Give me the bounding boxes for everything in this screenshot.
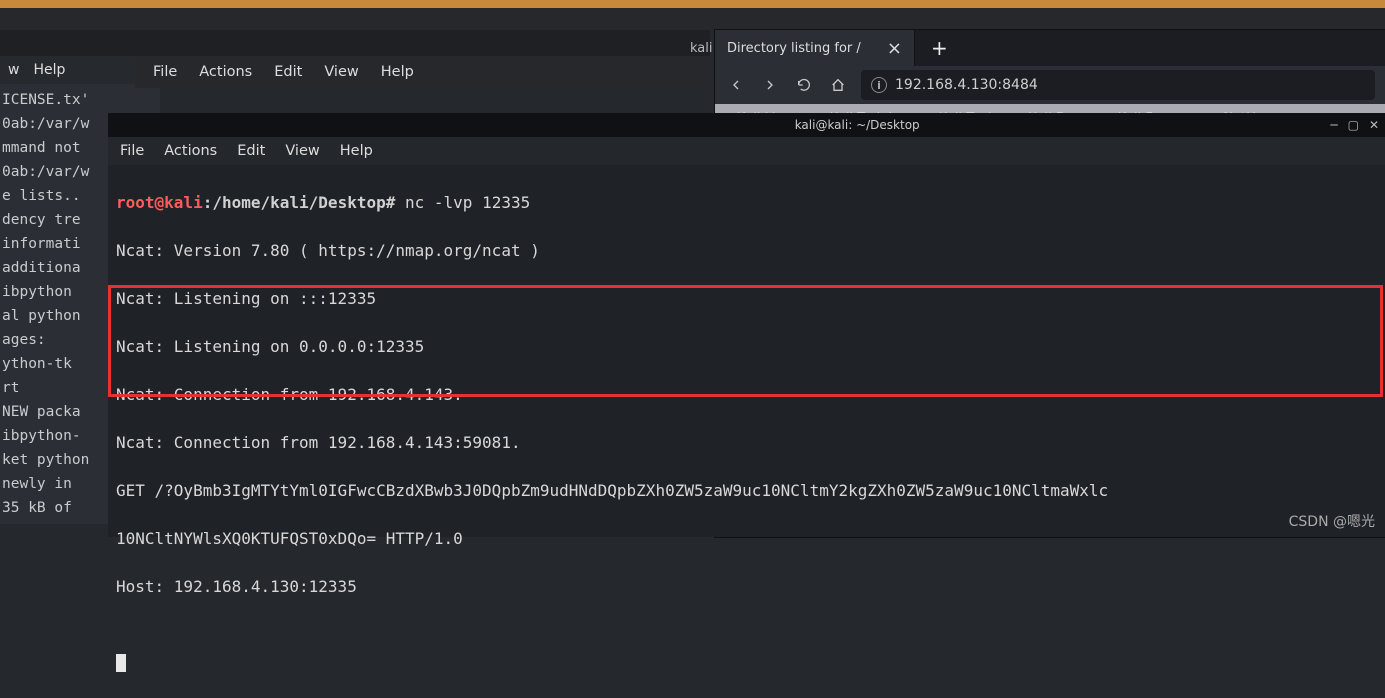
reload-icon (796, 77, 812, 93)
arrow-right-icon (762, 77, 778, 93)
menu-actions[interactable]: Actions (199, 64, 252, 80)
url-bar[interactable]: i 192.168.4.130:8484 (861, 70, 1375, 100)
new-tab-button[interactable]: + (915, 36, 964, 60)
menu-edit[interactable]: Edit (237, 143, 265, 159)
menu-item[interactable]: w (8, 62, 19, 78)
menu-item[interactable]: Help (33, 62, 65, 78)
url-text: 192.168.4.130:8484 (895, 77, 1038, 93)
arrow-left-icon (728, 77, 744, 93)
desktop-panel (0, 8, 1385, 30)
back-button[interactable] (721, 70, 751, 100)
top-orange-bar (0, 0, 1385, 8)
menu-file[interactable]: File (153, 64, 177, 80)
tab-close-icon[interactable]: × (887, 38, 902, 59)
terminal-output[interactable]: root@kali:/home/kali/Desktop# nc -lvp 12… (108, 165, 1385, 698)
front-menubar: File Actions Edit View Help (108, 137, 1385, 165)
menu-edit[interactable]: Edit (274, 64, 302, 80)
close-icon[interactable]: ✕ (1369, 118, 1379, 132)
home-icon (830, 77, 846, 93)
bg2-menubar: File Actions Edit View Help (135, 56, 710, 88)
menu-view[interactable]: View (324, 64, 358, 80)
menu-help[interactable]: Help (381, 64, 414, 80)
tab-title: Directory listing for / (727, 41, 861, 56)
reload-button[interactable] (789, 70, 819, 100)
info-icon[interactable]: i (871, 77, 887, 93)
front-terminal[interactable]: kali@kali: ~/Desktop ─ ▢ ✕ File Actions … (108, 113, 1385, 537)
maximize-icon[interactable]: ▢ (1348, 118, 1359, 132)
menu-actions[interactable]: Actions (164, 143, 217, 159)
minimize-icon[interactable]: ─ (1330, 118, 1337, 132)
top-label: kali (690, 41, 713, 56)
bg2-titlebar (135, 30, 710, 56)
browser-navbar: i 192.168.4.130:8484 (715, 66, 1385, 104)
terminal-cursor (116, 654, 126, 672)
front-titlebar: kali@kali: ~/Desktop ─ ▢ ✕ (108, 113, 1385, 137)
forward-button[interactable] (755, 70, 785, 100)
watermark: CSDN @嗯光 (1289, 511, 1375, 531)
window-title: kali@kali: ~/Desktop (114, 118, 1320, 132)
home-button[interactable] (823, 70, 853, 100)
menu-view[interactable]: View (285, 143, 319, 159)
menu-file[interactable]: File (120, 143, 144, 159)
browser-tabstrip: Directory listing for / × + (715, 30, 1385, 66)
bg-terminal-2: File Actions Edit View Help (135, 30, 710, 88)
browser-tab[interactable]: Directory listing for / × (715, 30, 915, 66)
menu-help[interactable]: Help (340, 143, 373, 159)
